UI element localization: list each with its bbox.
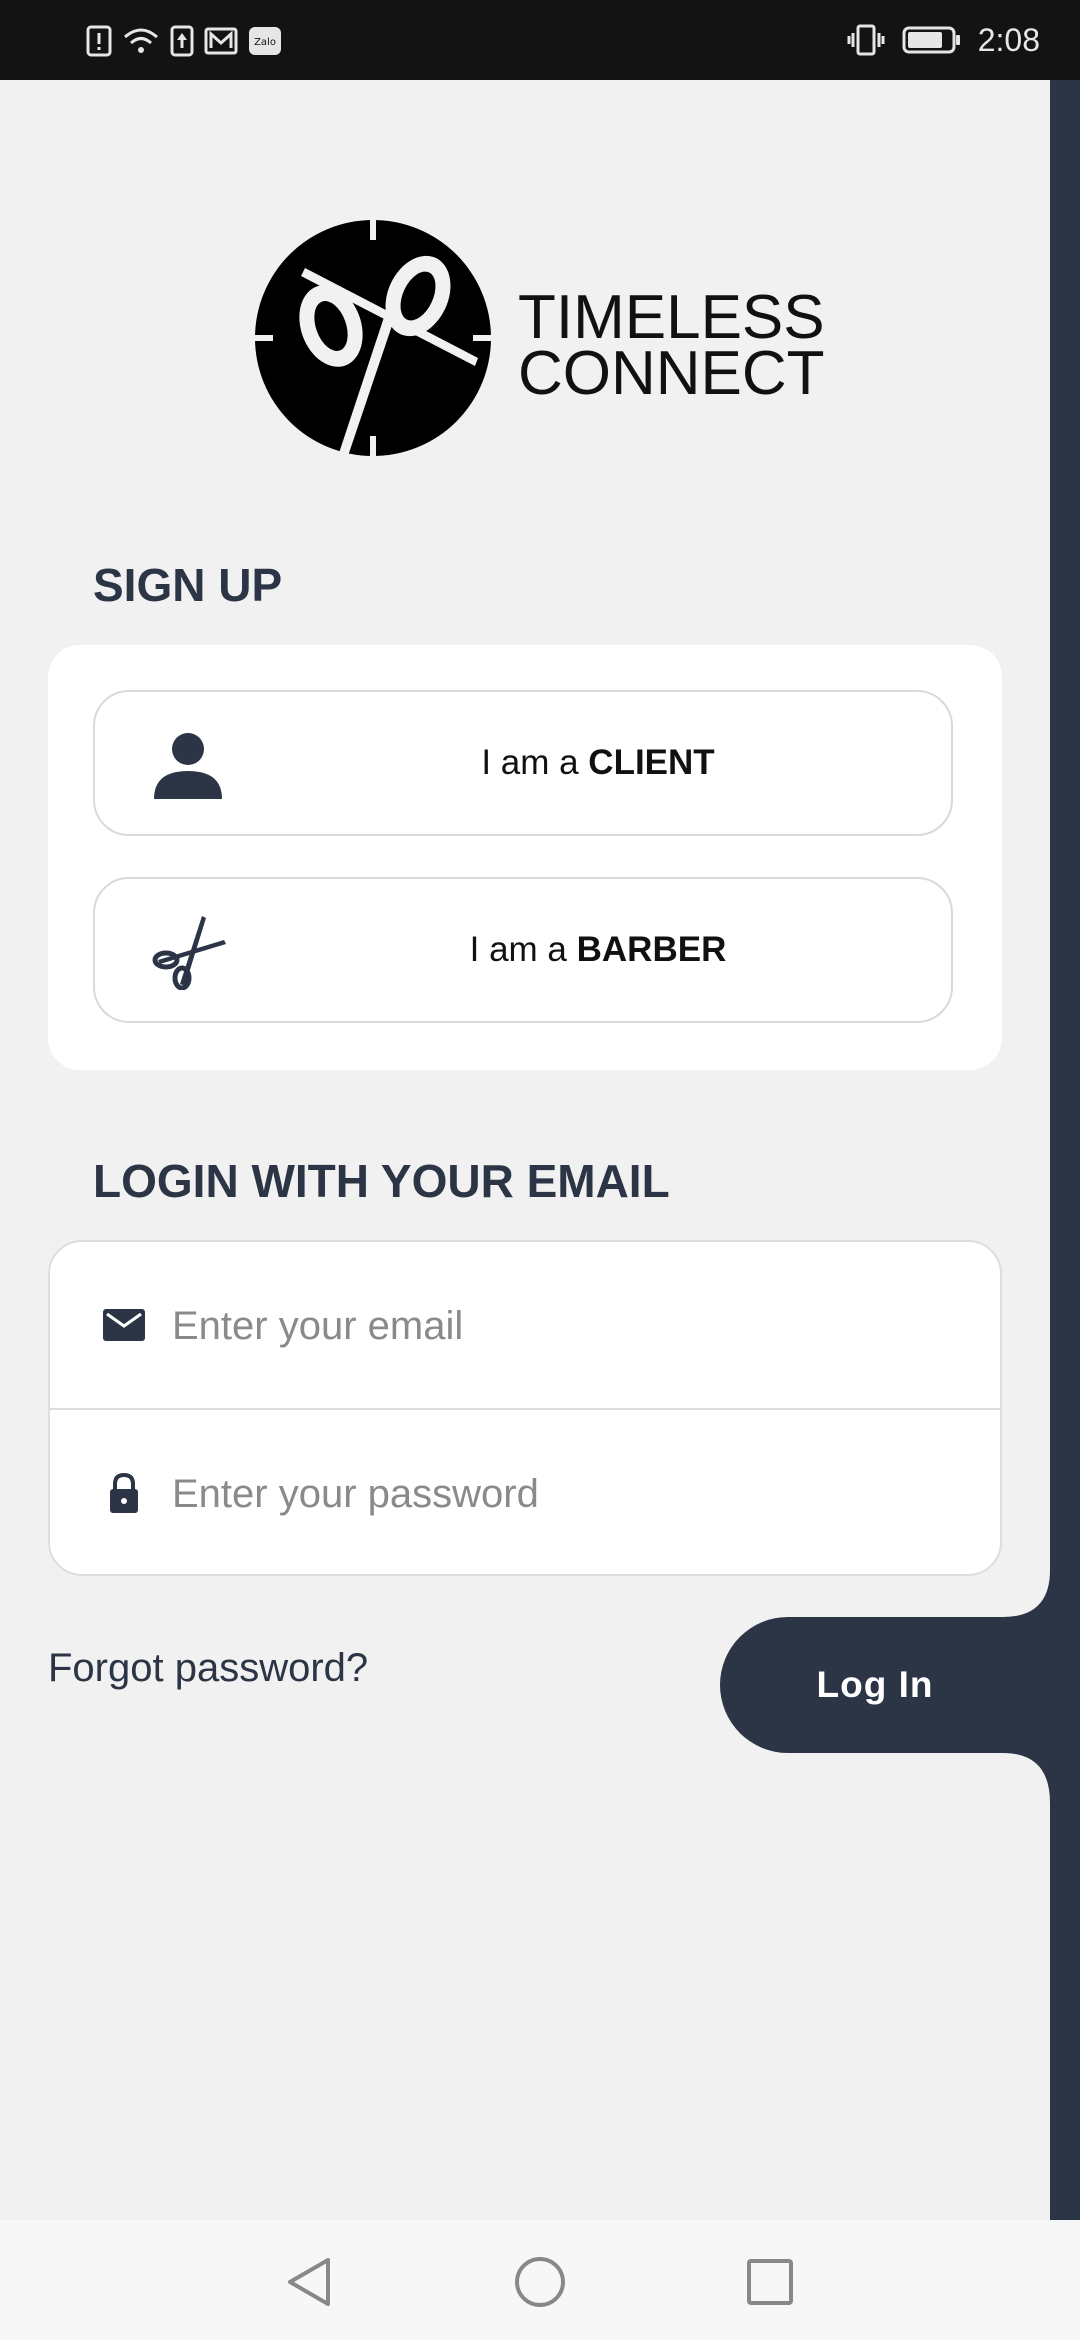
back-nav-icon[interactable] [280, 2252, 340, 2312]
status-bar: Zalo 2:08 [0, 0, 1080, 80]
zalo-icon: Zalo [248, 23, 282, 59]
app-logo: TIMELESS CONNECT [253, 218, 825, 458]
status-left-icons: Zalo [86, 22, 282, 60]
logo-text: TIMELESS CONNECT [518, 283, 825, 408]
client-signup-button[interactable]: I am a CLIENT [93, 690, 953, 836]
svg-text:Zalo: Zalo [254, 37, 276, 48]
login-card [48, 1240, 1002, 1576]
battery-icon [902, 22, 962, 58]
signup-card: I am a CLIENT I am a BARBER [48, 645, 1002, 1070]
forgot-password-link[interactable]: Forgot password? [48, 1646, 368, 1691]
mail-icon [103, 1309, 145, 1341]
barber-signup-label: I am a BARBER [469, 930, 727, 969]
scissors-icon [152, 916, 226, 990]
login-button-area: Log In [720, 1540, 1080, 1840]
recents-nav-icon[interactable] [740, 2252, 800, 2312]
login-button[interactable]: Log In [720, 1617, 1080, 1753]
lock-icon [110, 1472, 138, 1513]
email-field [50, 1242, 1000, 1410]
system-nav-bar [0, 2220, 1080, 2340]
password-input[interactable] [170, 1450, 954, 1538]
alert-icon [86, 23, 112, 59]
upload-icon [170, 23, 194, 59]
mail-icon [204, 23, 238, 59]
logo-line-1: TIMELESS [518, 283, 825, 352]
wifi-icon [122, 23, 160, 59]
side-strip [1050, 80, 1080, 2220]
status-time: 2:08 [977, 21, 1040, 58]
signup-heading: SIGN UP [93, 559, 283, 611]
login-heading: LOGIN WITH YOUR EMAIL [93, 1155, 670, 1207]
email-input[interactable] [170, 1282, 954, 1370]
client-signup-label: I am a CLIENT [481, 743, 715, 782]
home-nav-icon[interactable] [510, 2252, 570, 2312]
status-right: 2:08 [846, 18, 1040, 62]
logo-emblem-icon [253, 218, 493, 458]
logo-line-2: CONNECT [518, 339, 825, 408]
vibrate-icon [846, 22, 886, 58]
barber-signup-button[interactable]: I am a BARBER [93, 877, 953, 1023]
person-icon [154, 733, 222, 799]
